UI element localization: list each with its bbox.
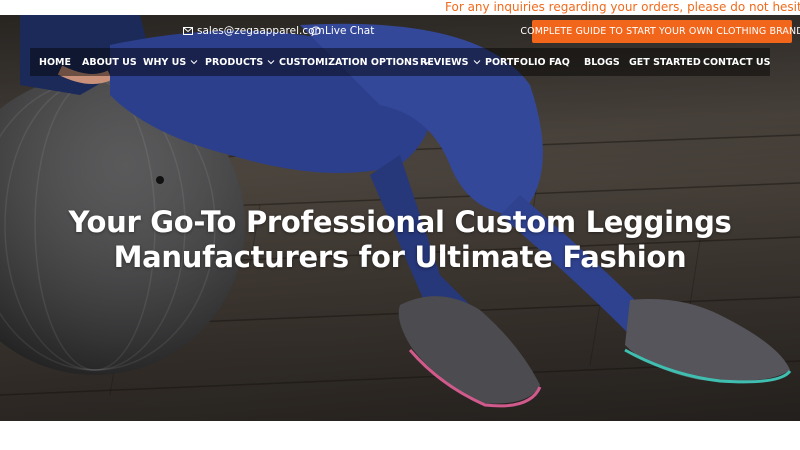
nav-label: PRODUCTS [205, 56, 264, 68]
hero-headline-line-2: Manufacturers for Ultimate Fashion [113, 240, 687, 274]
nav-item-portfolio[interactable]: PORTFOLIO [485, 48, 546, 76]
chat-bubble-icon [311, 26, 321, 36]
chevron-down-icon [473, 60, 480, 65]
nav-item-about-us[interactable]: ABOUT US [82, 48, 137, 76]
announcement-ticker: For any inquiries regarding your orders,… [0, 0, 800, 15]
clothing-brand-guide-button[interactable]: COMPLETE GUIDE TO START YOUR OWN CLOTHIN… [520, 20, 800, 43]
nav-item-home[interactable]: HOME [39, 48, 71, 76]
nav-label: GET STARTED [629, 56, 701, 68]
nav-label: BLOGS [584, 56, 620, 68]
email-text: sales@zegaapparel.com [197, 25, 325, 37]
nav-label: PORTFOLIO [485, 56, 546, 68]
top-bar: sales@zegaapparel.com Live Chat COMPLETE… [0, 15, 800, 48]
nav-label: REVIEWS [420, 56, 469, 68]
nav-item-reviews[interactable]: REVIEWS [420, 48, 481, 76]
ticker-text: For any inquiries regarding your orders,… [445, 0, 800, 14]
hero-headline: Your Go-To Professional Custom Leggings … [0, 205, 800, 275]
nav-label: FAQ [549, 56, 570, 68]
envelope-icon [183, 27, 193, 35]
nav-item-contact-us[interactable]: CONTACT US [703, 48, 770, 76]
nav-item-products[interactable]: PRODUCTS [205, 48, 275, 76]
nav-item-blogs[interactable]: BLOGS [584, 48, 620, 76]
hero-headline-line-1: Your Go-To Professional Custom Leggings [68, 205, 732, 239]
nav-label: HOME [39, 56, 71, 68]
live-chat-text: Live Chat [325, 25, 375, 37]
main-navigation: HOME ABOUT US WHY US PRODUCTS CUSTOMIZAT… [30, 48, 770, 76]
nav-item-why-us[interactable]: WHY US [143, 48, 198, 76]
nav-item-customization-options[interactable]: CUSTOMIZATION OPTIONS [279, 48, 431, 76]
nav-item-get-started[interactable]: GET STARTED [629, 48, 701, 76]
chevron-down-icon [190, 60, 198, 65]
nav-label: ABOUT US [82, 56, 137, 68]
nav-label: WHY US [143, 56, 187, 68]
chevron-down-icon [267, 60, 275, 65]
nav-label: CONTACT US [703, 56, 771, 68]
nav-label: CUSTOMIZATION OPTIONS [279, 56, 419, 68]
nav-item-faq[interactable]: FAQ [549, 48, 570, 76]
email-link[interactable]: sales@zegaapparel.com [183, 25, 325, 37]
live-chat-link[interactable]: Live Chat [311, 25, 374, 37]
